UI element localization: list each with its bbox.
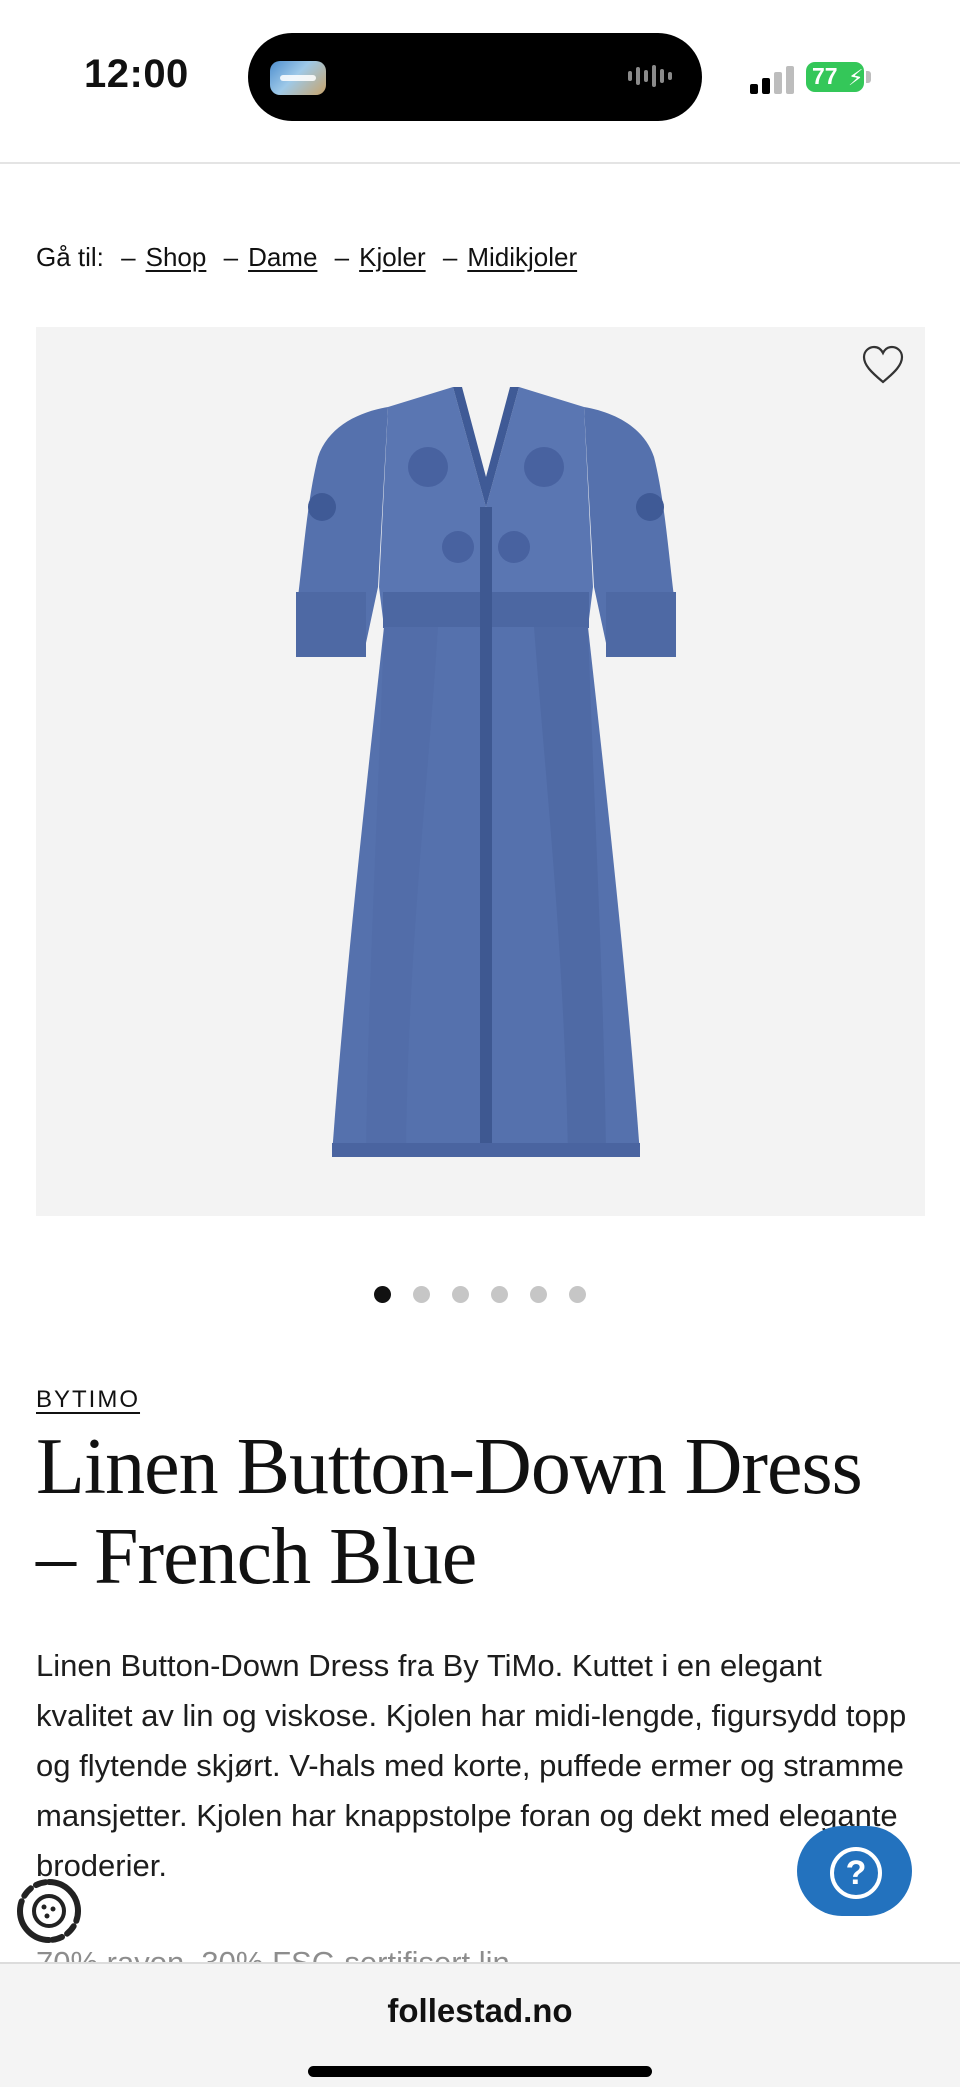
breadcrumb-dame[interactable]: Dame [248, 242, 317, 272]
product-material-details: 70% rayon, 30% FSC-sertifisert lin [36, 1938, 926, 1962]
image-carousel-dots[interactable] [0, 1286, 960, 1303]
carousel-dot[interactable] [530, 1286, 547, 1303]
battery-cap [866, 71, 871, 83]
signal-bar [774, 72, 782, 94]
signal-bar [786, 66, 794, 94]
question-icon: ? [830, 1847, 882, 1899]
dress-product-photo [296, 387, 676, 1157]
cookie-settings-icon[interactable] [14, 1876, 84, 1946]
clock: 12:00 [84, 52, 189, 96]
breadcrumb-midikjoler[interactable]: Midikjoler [467, 242, 577, 272]
breadcrumb-separator: – [334, 242, 350, 272]
url-text[interactable]: follestad.no [0, 1992, 960, 2030]
dynamic-island[interactable] [248, 33, 702, 121]
status-bar: 12:00 77 ⚡ [0, 0, 960, 164]
breadcrumb-shop[interactable]: Shop [146, 242, 207, 272]
carousel-dot[interactable] [452, 1286, 469, 1303]
carousel-dot[interactable] [569, 1286, 586, 1303]
cellular-signal-icon [750, 62, 798, 94]
carousel-dot[interactable] [413, 1286, 430, 1303]
breadcrumb-kjoler[interactable]: Kjoler [359, 242, 425, 272]
browser-address-bar[interactable]: follestad.no [0, 1962, 960, 2087]
breadcrumb-separator: – [223, 242, 239, 272]
breadcrumb-prefix: Gå til: [36, 242, 104, 272]
signal-bar [750, 84, 758, 94]
product-title: Linen Button-Down Dress – French Blue [36, 1423, 863, 1601]
battery-icon: 77 ⚡ [806, 62, 864, 92]
help-button[interactable]: ? [797, 1826, 912, 1916]
breadcrumb-separator: – [442, 242, 458, 272]
carousel-dot[interactable] [374, 1286, 391, 1303]
battery-level: 77 [812, 63, 838, 89]
carousel-dot[interactable] [491, 1286, 508, 1303]
signal-bar [762, 78, 770, 94]
audio-waveform-icon [628, 65, 680, 89]
breadcrumb-separator: – [121, 242, 136, 272]
product-image-gallery[interactable] [36, 327, 925, 1216]
breadcrumb: Gå til: – Shop – Dame – Kjoler – Midikjoler [36, 242, 577, 273]
now-playing-thumbnail [270, 61, 326, 95]
home-indicator[interactable] [308, 2066, 652, 2077]
product-description: Linen Button-Down Dress fra By TiMo. Kut… [36, 1648, 907, 1883]
product-brand-link[interactable]: BYTIMO [36, 1386, 140, 1414]
heart-outline-icon[interactable] [861, 345, 905, 385]
charging-bolt-icon: ⚡ [848, 65, 864, 90]
